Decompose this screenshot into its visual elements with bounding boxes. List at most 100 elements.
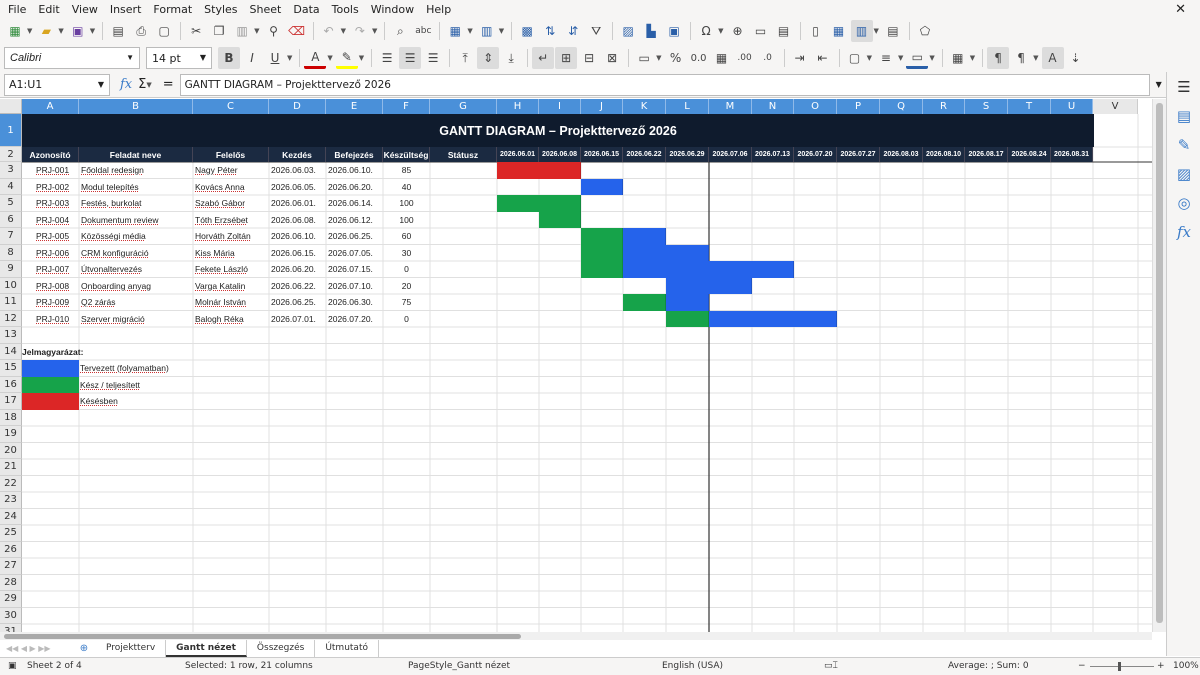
task-start-cell[interactable]: 2026.06.25. xyxy=(271,294,326,311)
task-id-cell[interactable]: PRJ-001 xyxy=(36,162,79,179)
spreadsheet-grid[interactable]: GANTT DIAGRAM – Projekttervező 2026 ABCD… xyxy=(0,99,1152,632)
row-header-9[interactable]: 9 xyxy=(0,261,22,278)
close-document-icon[interactable]: ✕ xyxy=(1169,2,1192,17)
split-window-icon[interactable]: ▥ xyxy=(850,20,873,42)
undo-icon[interactable]: ↶ xyxy=(318,20,340,42)
sum-dropdown-icon[interactable]: ▼ xyxy=(146,81,151,89)
freeze-dropdown-icon[interactable]: ▼ xyxy=(874,27,879,35)
menu-data[interactable]: Data xyxy=(287,3,325,16)
task-name-cell[interactable]: Onboarding anyag xyxy=(81,278,193,295)
horizontal-scrollbar[interactable] xyxy=(0,632,1152,640)
week-header-cell[interactable]: 2026.06.29 xyxy=(666,147,709,162)
gantt-bar-done[interactable] xyxy=(623,294,666,311)
highlight-dropdown-icon[interactable]: ▼ xyxy=(359,54,364,62)
column-header-a[interactable]: A xyxy=(22,99,79,114)
gantt-bar-planned[interactable] xyxy=(581,178,623,195)
new-document-icon[interactable]: ▦ xyxy=(4,20,26,42)
delete-decimal-icon[interactable]: .0 xyxy=(757,47,779,69)
table-header-cell[interactable]: Azonosító xyxy=(22,147,79,162)
column-header-p[interactable]: P xyxy=(837,99,880,114)
gantt-bar-planned[interactable] xyxy=(623,261,794,278)
row-header-3[interactable]: 3 xyxy=(0,162,22,179)
task-id-cell[interactable]: PRJ-008 xyxy=(36,278,79,295)
border-color-icon[interactable]: ▭ xyxy=(906,47,929,69)
row-header-18[interactable]: 18 xyxy=(0,409,22,426)
column-header-h[interactable]: H xyxy=(497,99,539,114)
font-size-select[interactable]: 14 pt ▼ xyxy=(146,47,212,69)
row-header-26[interactable]: 26 xyxy=(0,541,22,558)
export-pdf-icon[interactable]: ▤ xyxy=(107,20,129,42)
vertical-scrollbar[interactable] xyxy=(1152,99,1166,632)
week-header-cell[interactable]: 2026.07.27 xyxy=(837,147,880,162)
clear-formatting-icon[interactable]: ⌫ xyxy=(286,20,308,42)
comment-icon[interactable]: ▭ xyxy=(750,20,772,42)
menu-help[interactable]: Help xyxy=(420,3,457,16)
task-progress-cell[interactable]: 85 xyxy=(383,162,430,179)
sum-icon[interactable]: Σ xyxy=(138,77,146,92)
task-owner-cell[interactable]: Kiss Mária xyxy=(195,245,269,262)
sheet-tab[interactable]: Projektterv xyxy=(96,640,167,657)
autofilter-icon[interactable]: ⛛ xyxy=(585,20,607,42)
task-progress-cell[interactable]: 40 xyxy=(383,179,430,196)
selection-mode-icon[interactable]: ▭⌶ xyxy=(824,661,838,671)
week-header-cell[interactable]: 2026.07.13 xyxy=(752,147,794,162)
menu-format[interactable]: Format xyxy=(147,3,198,16)
draw-shapes-icon[interactable]: ⬠ xyxy=(914,20,936,42)
zoom-out-icon[interactable]: − xyxy=(1078,661,1086,671)
week-header-cell[interactable]: 2026.06.22 xyxy=(623,147,666,162)
week-header-cell[interactable]: 2026.08.10 xyxy=(923,147,965,162)
properties-icon[interactable]: ▤ xyxy=(1167,101,1200,130)
column-header-k[interactable]: K xyxy=(623,99,666,114)
zoom-slider[interactable] xyxy=(1090,666,1154,667)
scrollbar-thumb[interactable] xyxy=(4,634,521,639)
navigator-icon[interactable]: ◎ xyxy=(1167,188,1200,217)
column-header-l[interactable]: L xyxy=(666,99,709,114)
sheet-tab[interactable]: Útmutató xyxy=(315,640,379,657)
task-end-cell[interactable]: 2026.07.15. xyxy=(328,261,383,278)
save-icon[interactable]: ▣ xyxy=(67,20,89,42)
week-header-cell[interactable]: 2026.08.24 xyxy=(1008,147,1051,162)
clone-formatting-icon[interactable]: ⚲ xyxy=(263,20,285,42)
row-header-12[interactable]: 12 xyxy=(0,310,22,327)
cut-icon[interactable]: ✂ xyxy=(185,20,207,42)
sheet-nav-arrows-icon[interactable]: ◀◀ ◀ ▶ ▶▶ xyxy=(0,644,72,653)
row-header-22[interactable]: 22 xyxy=(0,475,22,492)
row-header-28[interactable]: 28 xyxy=(0,574,22,591)
task-name-cell[interactable]: Dokumentum review xyxy=(81,212,193,229)
row-header-11[interactable]: 11 xyxy=(0,294,22,311)
special-character-icon[interactable]: Ω xyxy=(695,20,717,42)
task-id-cell[interactable]: PRJ-005 xyxy=(36,228,79,245)
gantt-bar-late[interactable] xyxy=(497,162,581,179)
task-id-cell[interactable]: PRJ-002 xyxy=(36,179,79,196)
task-end-cell[interactable]: 2026.06.25. xyxy=(328,228,383,245)
task-owner-cell[interactable]: Kovács Anna xyxy=(195,179,269,196)
copy-icon[interactable]: ❐ xyxy=(208,20,230,42)
task-id-cell[interactable]: PRJ-010 xyxy=(36,311,79,328)
column-header-i[interactable]: I xyxy=(539,99,581,114)
task-id-cell[interactable]: PRJ-003 xyxy=(36,195,79,212)
row-header-24[interactable]: 24 xyxy=(0,508,22,525)
table-header-cell[interactable]: Befejezés xyxy=(326,147,383,162)
left-to-right-icon[interactable]: ¶ xyxy=(987,47,1010,69)
task-name-cell[interactable]: Q2 zárás xyxy=(81,294,193,311)
gantt-bar-done[interactable] xyxy=(581,228,623,245)
font-name-select[interactable]: Calibri ▼ xyxy=(4,47,140,69)
task-end-cell[interactable]: 2026.06.12. xyxy=(328,212,383,229)
task-end-cell[interactable]: 2026.06.20. xyxy=(328,179,383,196)
task-progress-cell[interactable]: 0 xyxy=(383,311,430,328)
task-id-cell[interactable]: PRJ-004 xyxy=(36,212,79,229)
row-header-1[interactable]: 1 xyxy=(0,114,22,147)
task-progress-cell[interactable]: 20 xyxy=(383,278,430,295)
align-left-icon[interactable]: ☰ xyxy=(376,47,398,69)
task-start-cell[interactable]: 2026.07.01. xyxy=(271,311,326,328)
expand-formula-icon[interactable]: ▼ xyxy=(1156,80,1162,89)
task-name-cell[interactable]: Szerver migráció xyxy=(81,311,193,328)
task-owner-cell[interactable]: Szabó Gábor xyxy=(195,195,269,212)
row-header-8[interactable]: 8 xyxy=(0,244,22,261)
task-start-cell[interactable]: 2026.06.08. xyxy=(271,212,326,229)
functions-icon[interactable]: fx xyxy=(1167,217,1200,246)
task-progress-cell[interactable]: 75 xyxy=(383,294,430,311)
task-progress-cell[interactable]: 30 xyxy=(383,245,430,262)
task-start-cell[interactable]: 2026.06.01. xyxy=(271,195,326,212)
insert-image-icon[interactable]: ▨ xyxy=(617,20,639,42)
